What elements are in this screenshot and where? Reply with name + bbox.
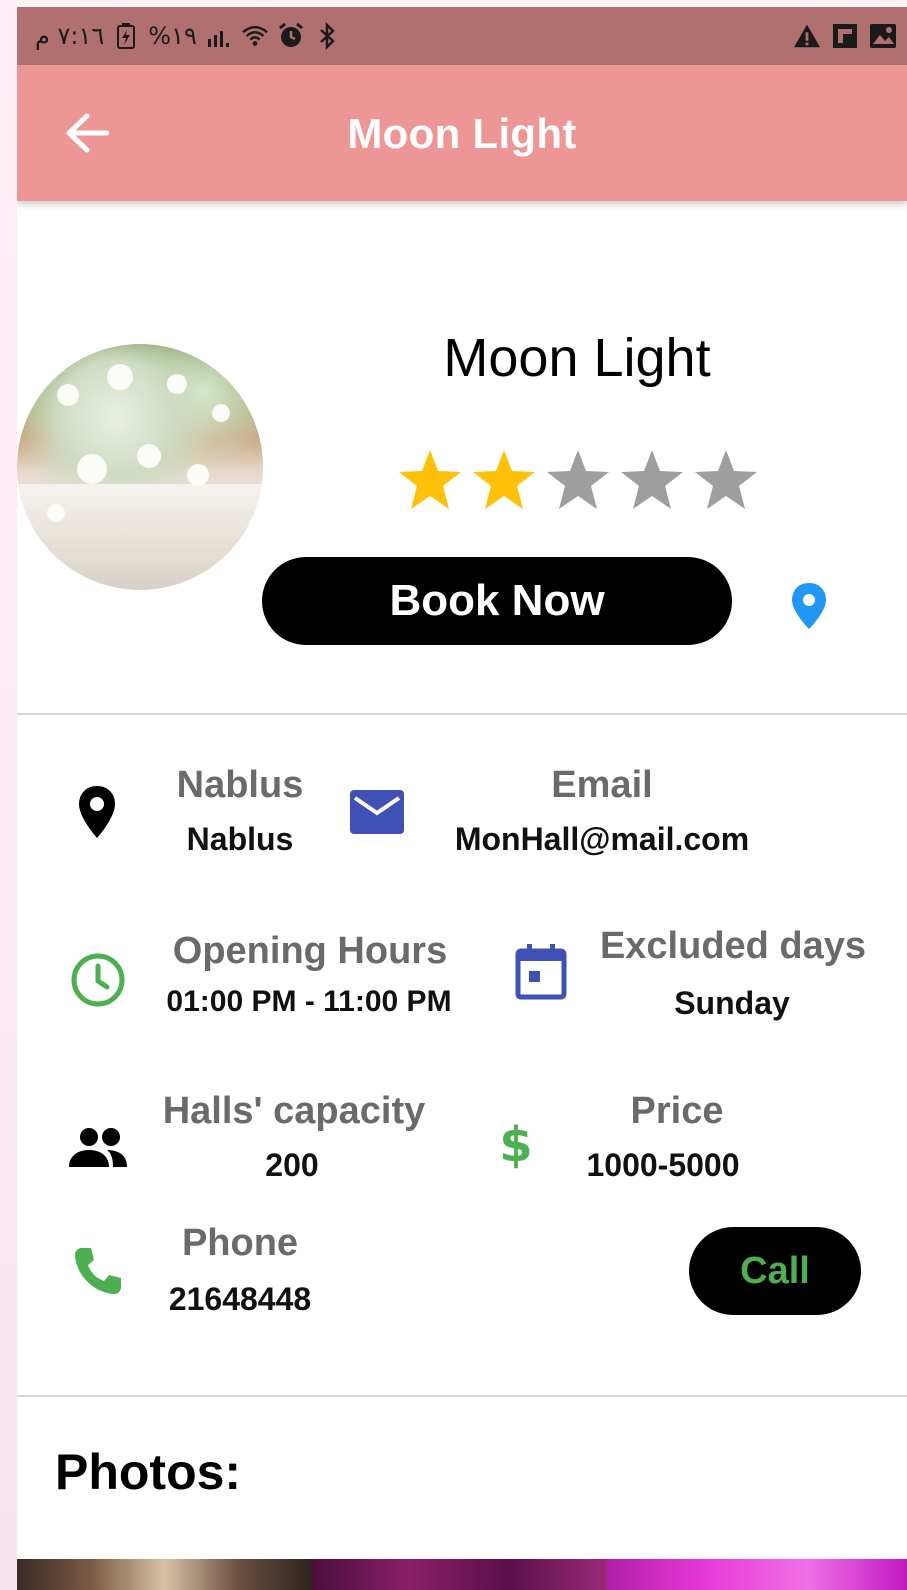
opening-hours-label: Opening Hours [172, 930, 448, 972]
alarm-icon [277, 22, 305, 50]
book-now-button[interactable]: Book Now [262, 557, 732, 645]
signal-icon [205, 22, 233, 50]
photo-thumbnail[interactable] [312, 1559, 607, 1590]
rating-stars [397, 447, 759, 513]
phone-label: Phone [181, 1222, 299, 1264]
star-empty-icon [547, 450, 609, 509]
star-empty-icon [695, 450, 757, 509]
opening-hours-value: 01:00 PM - 11:00 PM [166, 985, 452, 1018]
background-strip [0, 0, 17, 1590]
app-bar: Moon Light [17, 65, 907, 201]
divider [17, 1395, 907, 1397]
bluetooth-icon [313, 22, 341, 50]
gallery-icon [869, 22, 897, 50]
email-icon [349, 789, 405, 835]
dollar-icon: $ [499, 1115, 533, 1171]
location-icon [75, 782, 119, 842]
location-value: Nablus [186, 821, 294, 857]
status-left: ٧:١٦ م %١٩ [35, 22, 341, 50]
app-bar-title: Moon Light [347, 110, 577, 157]
call-button[interactable]: Call [689, 1227, 861, 1315]
email-label: Email [551, 764, 653, 806]
battery-icon [112, 22, 140, 50]
wifi-icon [241, 22, 269, 50]
status-right [793, 22, 897, 50]
phone-icon [72, 1245, 124, 1297]
star-empty-icon [621, 450, 683, 509]
hall-name: Moon Light [443, 328, 711, 388]
photos-title: Photos: [55, 1444, 242, 1500]
price-label: Price [630, 1090, 724, 1132]
photo-thumbnail[interactable] [607, 1559, 907, 1590]
photo-strip [17, 1559, 907, 1590]
capacity-value: 200 [265, 1147, 319, 1183]
clock-icon [69, 951, 127, 1009]
star-filled-icon [399, 450, 461, 509]
flipboard-icon [831, 22, 859, 50]
status-battery-percent: %١٩ [148, 22, 197, 50]
location-label: Nablus [176, 764, 304, 806]
excluded-days-label: Excluded days [599, 925, 867, 967]
star-filled-icon [473, 450, 535, 509]
status-time: ٧:١٦ م [35, 22, 105, 50]
capacity-label: Halls' capacity [162, 1090, 426, 1132]
excluded-days-value: Sunday [674, 985, 790, 1021]
map-pin-button[interactable] [789, 581, 829, 631]
map-pin-icon [792, 583, 826, 629]
people-icon [67, 1125, 129, 1169]
email-value: MonHall@mail.com [454, 821, 750, 857]
svg-text:$: $ [499, 1117, 532, 1171]
status-bar: ٧:١٦ م %١٩ [17, 7, 907, 65]
hall-avatar-image [17, 344, 263, 590]
calendar-icon [515, 943, 567, 1001]
warning-icon [793, 22, 821, 50]
phone-value: 21648448 [168, 1281, 312, 1317]
price-value: 1000-5000 [586, 1147, 740, 1183]
divider [17, 713, 907, 715]
app-screen: ٧:١٦ م %١٩ Moon Light Moon Light Book No… [17, 7, 907, 1590]
photo-thumbnail[interactable] [17, 1559, 312, 1590]
